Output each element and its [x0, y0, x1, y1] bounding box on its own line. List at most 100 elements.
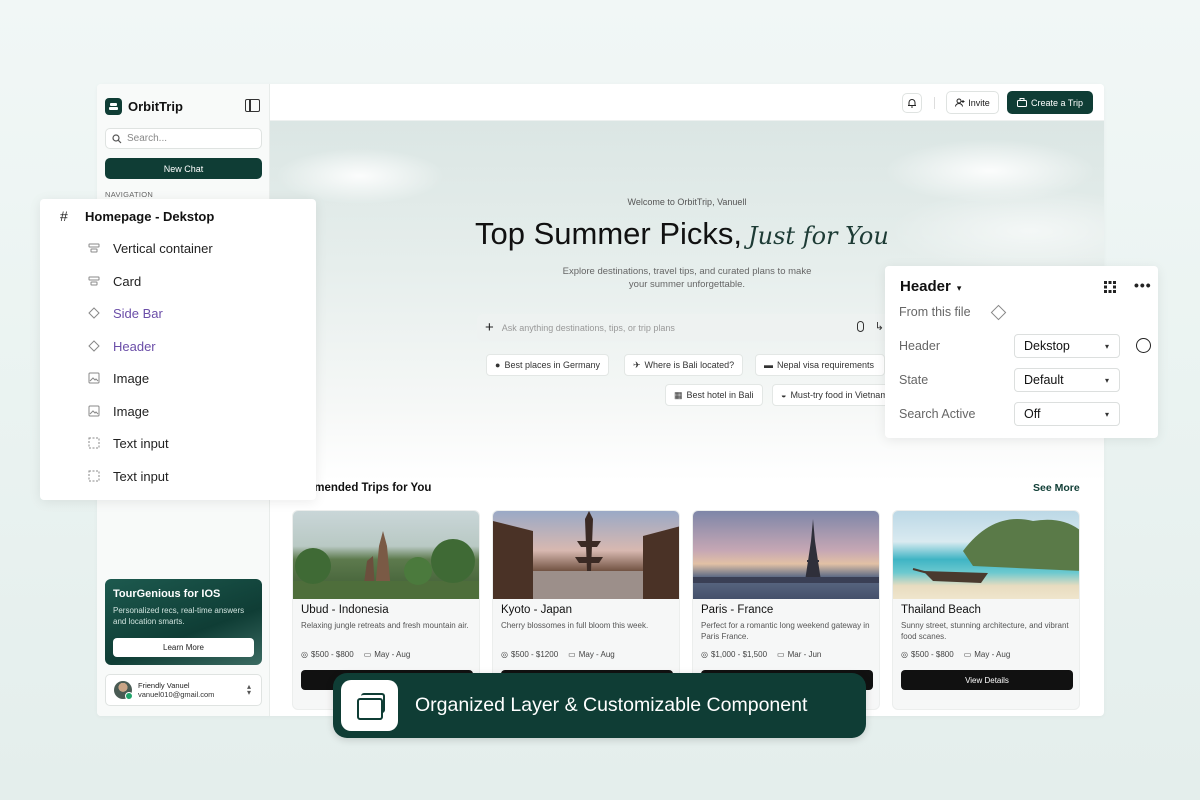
- trip-card[interactable]: Thailand Beach Sunny street, stunning ar…: [892, 510, 1080, 710]
- component-icon: [88, 340, 100, 352]
- invite-label: Invite: [968, 97, 990, 108]
- food-icon: ◒: [781, 390, 787, 400]
- top-bar: Invite Create a Trip: [270, 84, 1104, 121]
- sidebar-toggle-icon[interactable]: [245, 99, 260, 112]
- feature-banner: Organized Layer & Customizable Component: [333, 673, 866, 738]
- see-more-link[interactable]: See More: [1033, 482, 1080, 494]
- suggestion-chip[interactable]: ▬ Nepal visa requirements: [755, 354, 885, 376]
- search-icon: [112, 133, 122, 143]
- user-account[interactable]: Friendly Vanuel vanuel010@gmail.com ▴ ▾: [105, 674, 262, 706]
- layers-icon: [341, 680, 398, 731]
- price-icon: ◎: [301, 650, 308, 659]
- ask-input[interactable]: + Ask anything destinations, tips, or tr…: [477, 314, 892, 341]
- layer-label: Vertical container: [113, 240, 213, 256]
- dashed-box-icon: [88, 437, 100, 449]
- header-variant-select[interactable]: Dekstop ▾: [1014, 334, 1120, 358]
- swap-instance-icon[interactable]: [1136, 338, 1151, 353]
- briefcase-icon: [1016, 98, 1027, 107]
- chevron-down-icon: ▾: [1104, 342, 1109, 351]
- trip-dates: May - Aug: [578, 650, 615, 659]
- new-chat-button[interactable]: New Chat: [105, 158, 262, 179]
- bell-icon: [908, 99, 916, 108]
- suggestion-chip[interactable]: ▦ Best hotel in Bali: [665, 384, 763, 406]
- layer-label: Text input: [113, 468, 169, 484]
- layer-item[interactable]: Text input: [40, 460, 316, 492]
- image-icon: [88, 405, 100, 417]
- trip-price: $500 - $1200: [510, 650, 559, 659]
- brand[interactable]: OrbitTrip: [105, 98, 183, 115]
- calendar-icon: ▭: [363, 650, 372, 659]
- trip-meta: ◎ $500 - $800 ▭ May - Aug: [901, 650, 1010, 659]
- trip-price: $500 - $800: [910, 650, 954, 659]
- building-icon: ▦: [674, 389, 683, 400]
- banner-text: Organized Layer & Customizable Component: [415, 694, 808, 716]
- more-icon[interactable]: •••: [1134, 277, 1152, 293]
- chip-label: Nepal visa requirements: [777, 360, 875, 370]
- chip-label: Best hotel in Bali: [686, 390, 754, 400]
- layers-panel: # Homepage - Dekstop Vertical container …: [40, 199, 316, 500]
- notification-button[interactable]: [902, 93, 922, 113]
- trip-image: [893, 511, 1079, 599]
- layer-item[interactable]: Text input: [40, 427, 316, 459]
- avatar: [114, 681, 133, 700]
- chevron-updown-icon: ▴ ▾: [246, 682, 251, 697]
- enter-icon[interactable]: ↳: [875, 320, 884, 333]
- learn-more-button[interactable]: Learn More: [113, 638, 254, 657]
- image-icon: [88, 372, 100, 384]
- navigation-label: NAVIGATION: [105, 190, 154, 199]
- trip-title: Paris - France: [701, 604, 774, 616]
- suggestion-chip[interactable]: ✈ Where is Bali located?: [624, 354, 744, 376]
- trip-dates: May - Aug: [974, 650, 1011, 659]
- search-input[interactable]: Search...: [105, 128, 262, 149]
- view-details-button[interactable]: View Details: [901, 670, 1073, 690]
- layer-item[interactable]: Side Bar: [40, 297, 316, 329]
- chevron-down-icon: ▾: [1104, 410, 1109, 419]
- layer-label: Homepage - Dekstop: [85, 208, 215, 224]
- trip-title: Thailand Beach: [901, 604, 981, 616]
- layer-item-root[interactable]: # Homepage - Dekstop: [40, 200, 316, 232]
- suggestion-chip[interactable]: ◒ Must-try food in Vietnam: [772, 384, 897, 406]
- promo-description: Personalized recs, real-time answers and…: [113, 606, 245, 626]
- user-name: Friendly Vanuel: [138, 681, 190, 690]
- layer-item[interactable]: Vertical container: [40, 232, 316, 264]
- calendar-icon: ▭: [963, 650, 972, 659]
- price-icon: ◎: [501, 650, 508, 659]
- calendar-icon: ▭: [777, 650, 785, 659]
- suggestion-chip[interactable]: ● Best places in Germany: [486, 354, 609, 376]
- trip-description: Perfect for a romantic long weekend gate…: [701, 621, 870, 641]
- trip-description: Sunny street, stunning architecture, and…: [901, 621, 1069, 641]
- create-trip-button[interactable]: Create a Trip: [1007, 91, 1093, 114]
- frame-icon: [88, 276, 100, 286]
- user-email: vanuel010@gmail.com: [138, 690, 215, 699]
- props-title: Header: [900, 278, 951, 295]
- plus-icon[interactable]: +: [485, 320, 494, 335]
- price-icon: ◎: [701, 650, 708, 659]
- search-placeholder: Search...: [127, 133, 168, 144]
- headline-script: Just for You: [748, 222, 889, 250]
- chip-label: Best places in Germany: [504, 360, 600, 370]
- layer-label: Image: [113, 403, 150, 419]
- trip-meta: ◎ $1,000 - $1,500 ▭ Mar - Jun: [701, 650, 821, 659]
- layer-label: Side Bar: [113, 305, 163, 321]
- microphone-icon[interactable]: [857, 321, 864, 332]
- component-dropdown[interactable]: Header ▾: [900, 278, 961, 295]
- trip-meta: ◎ $500 - $800 ▭ May - Aug: [301, 650, 410, 659]
- promo-title: TourGenious for IOS: [113, 588, 221, 600]
- chevron-down-icon: ▾: [1104, 376, 1109, 385]
- layer-item[interactable]: Header: [40, 330, 316, 362]
- component-icon[interactable]: [990, 304, 1007, 321]
- ask-placeholder: Ask anything destinations, tips, or trip…: [501, 322, 675, 333]
- search-active-select[interactable]: Off ▾: [1014, 402, 1120, 426]
- brand-logo-icon: [105, 98, 122, 115]
- layer-item[interactable]: Card: [40, 265, 316, 297]
- trip-description: Cherry blossomes in full bloom this week…: [501, 621, 649, 630]
- layer-item[interactable]: Image: [40, 362, 316, 394]
- chip-label: Must-try food in Vietnam: [790, 390, 888, 400]
- invite-button[interactable]: Invite: [946, 91, 999, 114]
- state-select[interactable]: Default ▾: [1014, 368, 1120, 392]
- plane-icon: ✈: [633, 359, 641, 370]
- trip-price: $500 - $800: [310, 650, 354, 659]
- grid-icon[interactable]: [1103, 280, 1117, 294]
- component-icon: [88, 307, 100, 319]
- layer-item[interactable]: Image: [40, 395, 316, 427]
